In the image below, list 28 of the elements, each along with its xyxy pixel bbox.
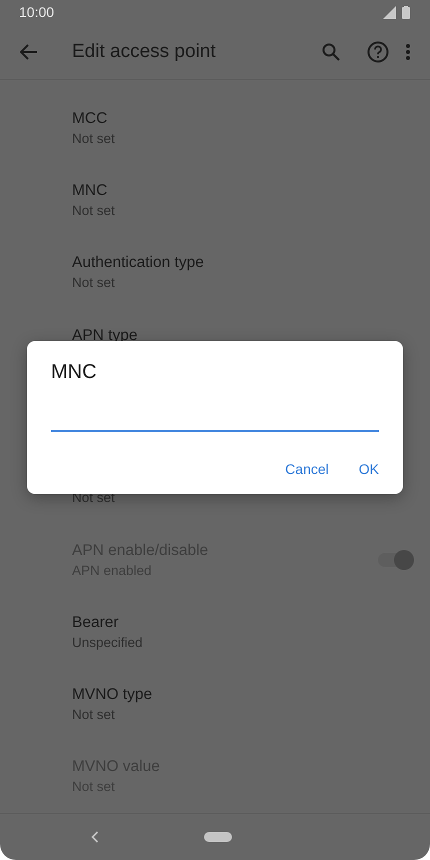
dialog-title: MNC	[51, 361, 98, 384]
item-title: MVNO type	[72, 686, 154, 704]
settings-item[interactable]: Bearer Unspecified	[0, 596, 430, 668]
item-value: Unspecified	[72, 635, 144, 650]
settings-item[interactable]: MNC Not set	[0, 164, 430, 236]
item-value: Not set	[72, 275, 116, 290]
signal-icon	[383, 6, 396, 18]
home-pill[interactable]	[204, 832, 232, 842]
item-title: MNC	[72, 182, 108, 200]
item-title: Authentication type	[72, 254, 205, 272]
search-icon[interactable]	[322, 42, 340, 60]
help-icon[interactable]	[367, 40, 389, 62]
dialog-button[interactable]: OK	[350, 455, 387, 483]
back-arrow-icon[interactable]	[20, 44, 38, 60]
settings-item[interactable]: MCC Not set	[0, 92, 430, 164]
back-icon[interactable]	[91, 831, 99, 843]
battery-icon	[402, 6, 410, 18]
item-value: Not set	[72, 707, 116, 722]
dialog-button[interactable]: Cancel	[277, 455, 337, 483]
settings-item[interactable]: Authentication type Not set	[0, 236, 430, 308]
settings-item[interactable]: MVNO type Not set	[0, 668, 430, 740]
item-title: Bearer	[72, 614, 120, 632]
item-value: Not set	[72, 203, 116, 218]
item-title: MCC	[72, 110, 108, 128]
item-value: Not set	[72, 131, 116, 146]
toolbar-title: Edit access point	[72, 40, 217, 62]
more-options-icon[interactable]	[406, 44, 410, 60]
status-time: 10:00	[19, 4, 54, 20]
